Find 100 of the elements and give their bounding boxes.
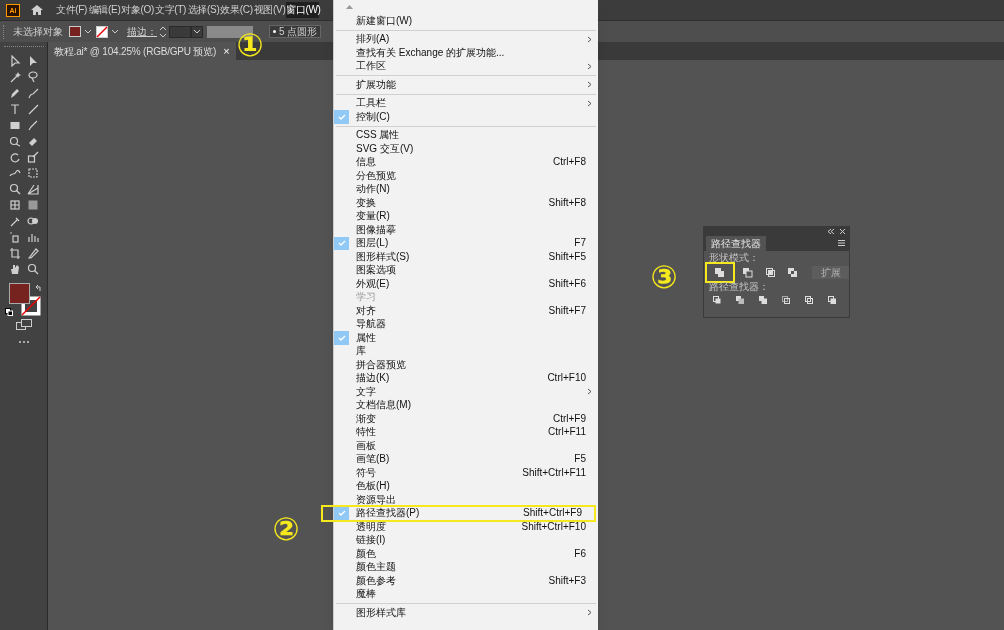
menu-item[interactable]: 新建窗口(W) [334,14,598,28]
menu-bar-item[interactable]: 窗口(W) [286,2,319,18]
lasso-icon[interactable] [26,71,39,83]
shape-mode-button[interactable] [708,265,732,280]
document-tab[interactable]: 教程.ai* @ 104.25% (RGB/GPU 预览) × [48,42,236,60]
scale-icon[interactable] [26,151,39,163]
menu-item[interactable]: 属性 [334,331,598,345]
menu-icon[interactable] [838,240,845,246]
blend-icon[interactable] [26,215,39,227]
magic-wand-icon[interactable] [8,71,21,83]
menu-item[interactable]: 资源导出 [334,493,598,507]
menu-item[interactable]: SVG 交互(V) [334,142,598,156]
menu-bar-item[interactable]: 文件(F) [55,2,88,18]
trim-icon[interactable] [735,295,745,305]
shape-mode-button[interactable] [763,265,777,280]
shape-mode-button[interactable] [740,265,755,280]
menu-item[interactable]: 色板(H) [334,479,598,493]
pen-icon[interactable] [8,87,21,99]
menu-item[interactable]: 文字 [334,385,598,399]
eyedropper-icon[interactable] [8,215,21,227]
menu-bar-item[interactable]: 编辑(E) [88,2,121,18]
home-icon[interactable] [30,4,44,16]
menu-item[interactable]: 图层(L) F7 [334,236,598,250]
fill-swatch[interactable] [69,26,81,37]
menu-item[interactable]: 外观(E) Shift+F6 [334,277,598,291]
column-graph-icon[interactable] [26,231,39,243]
crop-icon[interactable] [781,295,791,305]
swap-arrows-icon[interactable] [34,284,43,292]
menu-item[interactable]: 导航器 [334,317,598,331]
menu-item[interactable]: CSS 属性 [334,128,598,142]
brush-dropdown[interactable]: 5 点圆形 [269,25,322,38]
menu-item[interactable]: 链接(I) [334,533,598,547]
menu-bar-item[interactable]: 选择(S) [187,2,220,18]
mesh-icon[interactable] [8,199,21,211]
grip-handle[interactable] [3,24,7,39]
perspective-grid-icon[interactable] [26,183,39,195]
menu-item[interactable]: 颜色 F6 [334,547,598,561]
menu-item[interactable]: 扩展功能 [334,78,598,92]
spinner-icon[interactable] [159,25,167,38]
outline-icon[interactable] [804,295,814,305]
stroke-weight-field[interactable] [169,25,191,38]
menu-item[interactable]: 透明度 Shift+Ctrl+F10 [334,520,598,534]
menu-item[interactable]: 拼合器预览 [334,358,598,372]
tab-close-button[interactable]: × [223,45,230,57]
menu-item[interactable]: 魔棒 [334,587,598,601]
menu-item[interactable]: 画板 [334,439,598,453]
close-icon[interactable] [840,228,845,234]
menu-bar-item[interactable]: 文字(T) [154,2,187,18]
screen-mode-icon[interactable] [15,319,32,330]
menu-item[interactable]: 特性 Ctrl+F11 [334,425,598,439]
default-colors-icon[interactable] [4,308,13,316]
menu-item[interactable]: 图案选项 [334,263,598,277]
caret-icon[interactable] [111,28,119,35]
line-icon[interactable] [26,103,39,115]
menu-item[interactable]: 信息 Ctrl+F8 [334,155,598,169]
menu-item[interactable]: 图像描摹 [334,223,598,237]
menu-item[interactable]: 对齐 Shift+F7 [334,304,598,318]
shape-mode-button[interactable] [785,265,800,280]
stroke-swatch[interactable] [96,25,108,38]
rotate-icon[interactable] [8,151,21,163]
hand-icon[interactable] [8,263,21,275]
menu-item[interactable]: 文档信息(M) [334,398,598,412]
free-transform-icon[interactable] [26,167,39,179]
grip-handle[interactable] [3,46,44,49]
fill-color-swatch[interactable] [8,283,30,304]
menu-item[interactable]: 库 [334,344,598,358]
menu-item[interactable]: 画笔(B) F5 [334,452,598,466]
menu-item[interactable]: 符号 Shift+Ctrl+F11 [334,466,598,480]
menu-item[interactable]: 分色预览 [334,169,598,183]
menu-item[interactable]: 描边(K) Ctrl+F10 [334,371,598,385]
more-tools-icon[interactable] [17,340,30,344]
minus-back-icon[interactable] [827,295,837,305]
menu-item[interactable]: 图形样式(S) Shift+F5 [334,250,598,264]
zoom-icon[interactable] [26,263,39,275]
scroll-up-icon[interactable] [346,5,353,9]
collapse-icon[interactable] [828,228,834,234]
menu-item[interactable]: 工具栏 [334,96,598,110]
menu-bar-item[interactable]: 视图(V) [253,2,286,18]
menu-item[interactable]: 动作(N) [334,182,598,196]
divide-icon[interactable] [712,295,722,305]
menu-bar-item[interactable]: 对象(O) [121,2,154,18]
menu-item[interactable]: 控制(C) [334,110,598,124]
menu-item[interactable]: 变量(R) [334,209,598,223]
gradient-icon[interactable] [26,199,39,211]
menu-item[interactable]: 颜色主题 [334,560,598,574]
merge-icon[interactable] [758,295,768,305]
menu-item[interactable]: 查找有关 Exchange 的扩展功能... [334,46,598,60]
menu-item[interactable]: 路径查找器(P) Shift+Ctrl+F9 [334,506,594,520]
selection-arrow-icon[interactable] [8,55,21,67]
menu-item[interactable]: 工作区 [334,59,598,73]
panel-tab[interactable]: 路径查找器 [706,236,766,251]
menu-bar-item[interactable]: 效果(C) [220,2,253,18]
menu-item[interactable]: 变换 Shift+F8 [334,196,598,210]
rectangle-icon[interactable] [8,119,21,131]
menu-item[interactable]: 渐变 Ctrl+F9 [334,412,598,426]
caret-icon[interactable] [84,28,92,35]
type-icon[interactable] [8,103,21,115]
menu-item[interactable]: 颜色参考 Shift+F3 [334,574,598,588]
menu-item[interactable]: 图形样式库 [334,606,598,620]
menu-item[interactable]: 排列(A) [334,32,598,46]
